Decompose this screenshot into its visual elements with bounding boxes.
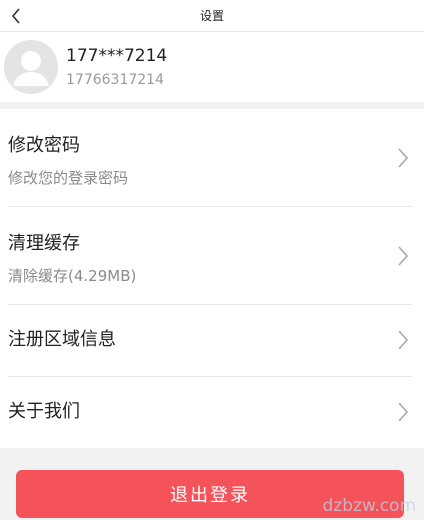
back-button[interactable] [0,0,32,31]
chevron-right-icon [398,246,409,266]
chevron-right-icon [398,330,409,350]
settings-item-title: 注册区域信息 [8,329,116,350]
avatar [4,40,58,94]
chevron-right-icon [398,148,409,168]
user-phone: 17766317214 [66,72,164,88]
page-title: 设置 [199,9,224,23]
user-profile: 177***7214 17766317214 [0,32,424,102]
user-nickname: 177***7214 [66,46,168,66]
settings-item-title: 清理缓存 [8,233,80,254]
settings-item-subtitle: 修改您的登录密码 [8,169,129,187]
settings-item-about-us[interactable]: 关于我们 [0,377,424,448]
chevron-left-icon [11,7,20,24]
header-bar: 设置 [0,0,424,32]
settings-item-subtitle: 清除缓存(4.29MB) [8,267,137,285]
chevron-right-icon [398,402,409,422]
default-avatar-icon [4,40,58,94]
settings-item-title: 关于我们 [8,401,80,422]
watermark: dzbzw.com [322,496,416,516]
settings-item-change-password[interactable]: 修改密码 修改您的登录密码 [0,109,424,206]
settings-list: 修改密码 修改您的登录密码 清理缓存 清除缓存(4.29MB) 注册区域信息 关… [0,109,424,448]
settings-item-title: 修改密码 [8,135,80,156]
settings-item-region-info[interactable]: 注册区域信息 [0,305,424,376]
settings-item-clear-cache[interactable]: 清理缓存 清除缓存(4.29MB) [0,207,424,304]
